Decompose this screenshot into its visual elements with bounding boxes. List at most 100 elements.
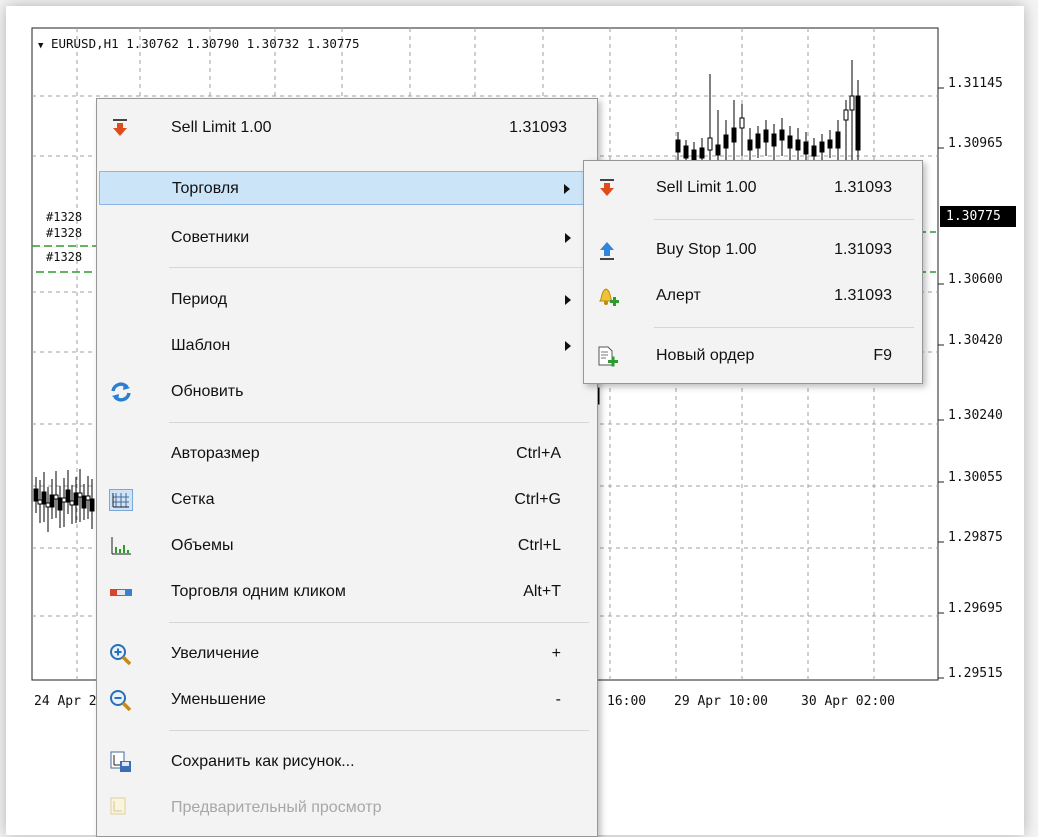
candle-body [707,137,713,151]
candle-body [61,497,67,503]
time-label: 16:00 [607,694,647,709]
candle-body [57,497,63,511]
price-label: 1.31145 [948,76,1003,91]
current-price-badge: 1.30775 [940,206,1016,227]
menu-item-save-picture[interactable]: Сохранить как рисунок... [99,745,593,779]
price-label: 1.29695 [948,601,1003,616]
candle-body [855,95,861,151]
menu-item-one-click-trading[interactable]: Торговля одним кликом Alt+T [99,575,593,609]
menu-item-print-preview[interactable]: Предварительный просмотр [99,791,593,825]
candle-body [803,141,809,155]
price-label: 1.30055 [948,470,1003,485]
submenu-item-new-order[interactable]: Новый ордер F9 [586,339,918,373]
candle-body [683,145,689,159]
price-label: 1.29875 [948,530,1003,545]
submenu-item-buy-stop[interactable]: Buy Stop 1.00 1.31093 [586,233,918,267]
candle-body [755,133,761,149]
candle-body [795,139,801,151]
menu-item-autosize[interactable]: Авторазмер Ctrl+A [99,437,593,471]
menu-separator [169,622,589,623]
candle-body [763,129,769,143]
price-label: 1.30600 [948,272,1003,287]
candle-body [33,488,39,502]
submenu-item-sell-limit[interactable]: Sell Limit 1.00 1.31093 [586,171,918,205]
ohlc-values: EURUSD,H1 1.30762 1.30790 1.30732 1.3077… [50,36,360,51]
price-label: 1.29515 [948,666,1003,681]
menu-item-trading[interactable]: Торговля [99,171,593,205]
candle-body [779,129,785,141]
submenu-arrow-icon [565,233,571,243]
price-label: 1.30420 [948,333,1003,348]
sell-arrow-icon [596,177,620,201]
menu-separator [169,422,589,423]
price-label: 1.30240 [948,408,1003,423]
candle-body [843,109,849,121]
candle-body [715,144,721,156]
candle-body [747,139,753,151]
buy-arrow-icon [596,239,620,263]
menu-item-volumes[interactable]: Объемы Ctrl+L [99,529,593,563]
submenu-arrow-icon [564,184,570,194]
print-preview-icon [109,797,133,819]
candle-body [731,127,737,143]
zoom-in-icon [109,643,133,666]
menu-item-refresh[interactable]: Обновить [99,375,593,409]
submenu-separator [654,219,914,220]
menu-item-sell-limit[interactable]: Sell Limit 1.00 1.31093 [99,111,593,145]
candle-body [73,492,79,506]
candle-body [69,500,75,506]
candle-body [827,139,833,149]
time-label: 24 Apr 2 [34,694,97,709]
candle-body [675,139,681,153]
new-order-icon [596,345,620,369]
zoom-out-icon [109,689,133,712]
candle-body [65,489,71,503]
candle-body [49,494,55,508]
submenu-arrow-icon [565,341,571,351]
menu-separator [169,730,589,731]
menu-item-period[interactable]: Период [99,283,593,317]
menu-item-template[interactable]: Шаблон [99,329,593,363]
save-picture-icon [109,751,133,773]
order-tag[interactable]: #1328 [46,210,82,224]
time-label: 30 Apr 02:00 [801,694,895,709]
candle-body [723,134,729,149]
candle-body [81,495,87,509]
candle-body [811,145,817,157]
candle-body [77,492,83,498]
sell-arrow-icon [109,117,133,139]
candle-body [819,141,825,153]
collapse-triangle-icon[interactable]: ▼ [38,41,43,51]
candle-body [37,499,43,505]
candle-body [41,491,47,505]
candle-body [699,147,705,159]
menu-item-experts[interactable]: Советники [99,221,593,255]
menu-item-zoom-out[interactable]: Уменьшение - [99,683,593,717]
submenu-item-alert[interactable]: Алерт 1.31093 [586,279,918,313]
refresh-icon [109,381,133,403]
order-tag[interactable]: #1328 [46,250,82,264]
candle-body [45,502,51,508]
candle-body [89,498,95,512]
menu-item-grid[interactable]: Сетка Ctrl+G [99,483,593,517]
alert-bell-icon [596,285,620,309]
candle-body [53,494,59,500]
candle-body [739,117,745,129]
volumes-icon [109,535,133,557]
price-label: 1.30965 [948,136,1003,151]
trading-submenu: Sell Limit 1.00 1.31093 Buy Stop 1.00 1.… [583,160,923,384]
grid-icon [109,489,133,511]
candle-body [787,135,793,149]
candle-body [85,495,91,501]
symbol-header: ▼ EURUSD,H1 1.30762 1.30790 1.30732 1.30… [38,36,360,51]
submenu-separator [654,327,914,328]
candle-body [771,133,777,147]
order-tag[interactable]: #1328 [46,226,82,240]
time-label: 29 Apr 10:00 [674,694,768,709]
one-click-trading-icon [109,581,133,603]
candle-body [835,131,841,149]
menu-item-zoom-in[interactable]: Увеличение + [99,637,593,671]
candle-body [849,95,855,111]
menu-separator [169,267,589,268]
chart-context-menu: Sell Limit 1.00 1.31093 Торговля Советни… [96,98,598,837]
